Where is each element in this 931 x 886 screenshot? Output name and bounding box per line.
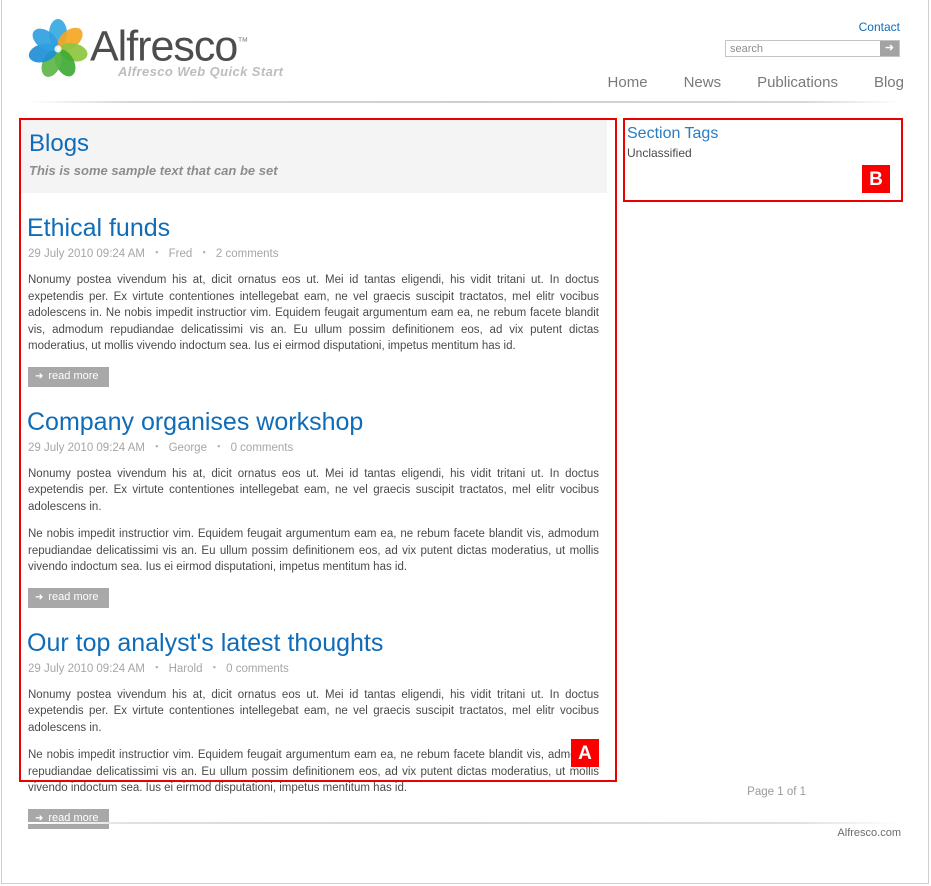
site-header: Alfresco™ Alfresco Web Quick Start Conta… xyxy=(0,0,931,103)
annotation-badge-a: A xyxy=(571,739,599,767)
annotation-region-b xyxy=(623,118,903,202)
nav-item-home[interactable]: Home xyxy=(590,74,666,91)
read-more-button[interactable]: ➜ read more xyxy=(28,808,109,829)
page-root: Alfresco™ Alfresco Web Quick Start Conta… xyxy=(0,0,931,886)
search-input[interactable] xyxy=(726,41,880,56)
search-box[interactable]: ➜ xyxy=(725,40,900,57)
alfresco-pinwheel-logo-icon xyxy=(28,19,88,77)
footer-alfresco-link[interactable]: Alfresco.com xyxy=(837,827,901,839)
brand-tagline: Alfresco Web Quick Start xyxy=(118,64,284,79)
nav-item-news[interactable]: News xyxy=(666,74,740,91)
header-divider xyxy=(27,101,903,103)
contact-link[interactable]: Contact xyxy=(859,20,900,34)
nav-item-publications[interactable]: Publications xyxy=(739,74,856,91)
annotation-badge-b: B xyxy=(862,165,890,193)
search-arrow-icon: ➜ xyxy=(884,42,895,54)
nav-item-blog[interactable]: Blog xyxy=(856,74,904,91)
site-logo[interactable]: Alfresco™ Alfresco Web Quick Start xyxy=(28,17,358,87)
pagination-status: Page 1 of 1 xyxy=(747,786,806,798)
main-navigation: Home News Publications Blog xyxy=(590,74,904,91)
annotation-region-a xyxy=(19,118,617,782)
brand-trademark: ™ xyxy=(237,36,249,48)
footer-divider xyxy=(27,822,903,824)
search-submit-button[interactable]: ➜ xyxy=(880,41,899,56)
